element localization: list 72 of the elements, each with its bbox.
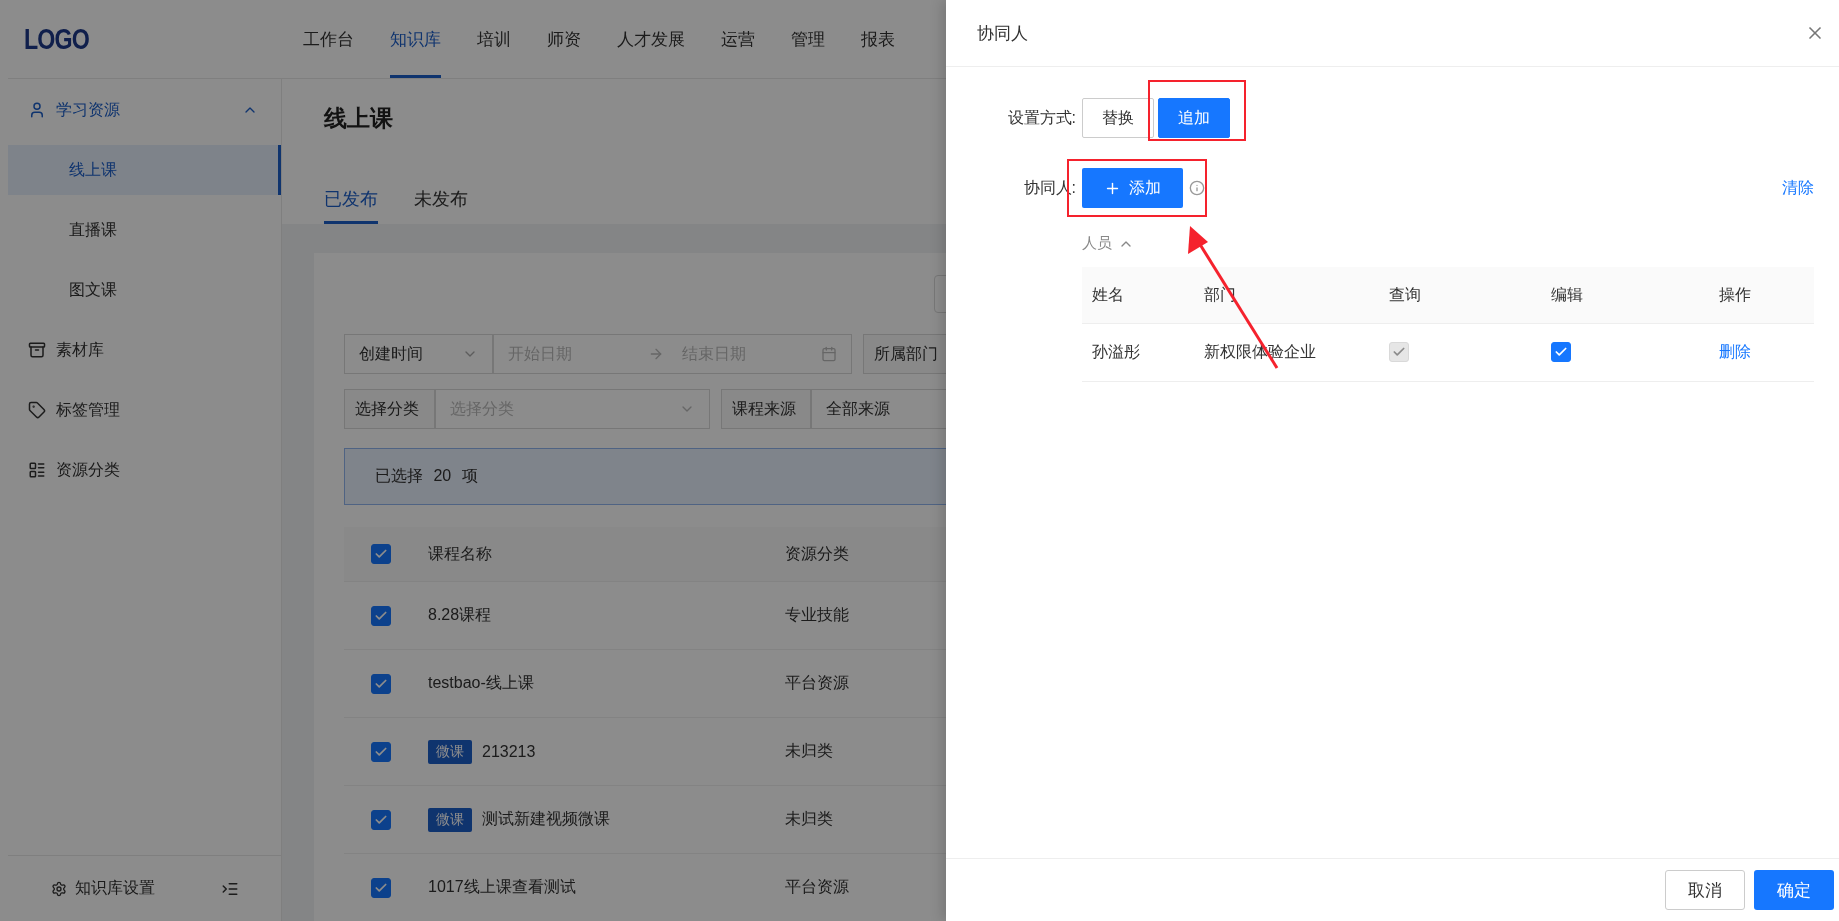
sidebar-item[interactable]: 资源分类 — [8, 445, 281, 495]
calendar-icon — [821, 346, 837, 362]
column-header: 编辑 — [1551, 284, 1584, 305]
table-cell-text: 8.28课程 — [428, 605, 492, 625]
confirm-button[interactable]: 确定 — [1754, 870, 1834, 910]
settings-link[interactable]: 知识库设置 — [51, 878, 213, 899]
page-tab[interactable]: 未发布 — [414, 187, 468, 224]
check-icon — [374, 547, 388, 561]
course-tag: 微课 — [428, 739, 472, 764]
column-header: 资源分类 — [785, 543, 849, 564]
archive-icon — [28, 341, 46, 359]
row-checkbox[interactable] — [371, 673, 391, 694]
list-icon — [28, 461, 46, 479]
table-cell-text: 未归类 — [785, 741, 833, 761]
settings-label: 知识库设置 — [75, 878, 155, 898]
sidebar-item[interactable]: 标签管理 — [8, 385, 281, 435]
sidebar-item[interactable]: 学习资源 — [8, 85, 281, 135]
settings-icon — [51, 880, 67, 897]
table-cell-text: 新权限体验企业 — [1204, 342, 1317, 362]
clear-link[interactable]: 清除 — [1782, 177, 1814, 199]
delete-link[interactable]: 删除 — [1719, 343, 1751, 360]
user-icon — [28, 101, 46, 119]
selection-count: 已选择 20 项 — [375, 466, 478, 486]
drawer-title: 协同人 — [977, 22, 1028, 45]
table-cell-text: 1017线上课查看测试 — [428, 877, 576, 897]
sidebar-subitem[interactable]: 直播课 — [8, 205, 281, 255]
table-cell-text: 平台资源 — [785, 673, 849, 693]
row-checkbox[interactable] — [371, 605, 391, 626]
column-header: 查询 — [1389, 284, 1422, 305]
table-cell-text: testbao-线上课 — [428, 673, 534, 693]
nav-tab[interactable]: 师资 — [547, 0, 581, 78]
sidebar-subitem[interactable]: 图文课 — [8, 265, 281, 315]
nav-tab[interactable]: 管理 — [791, 0, 825, 78]
row-checkbox[interactable] — [371, 877, 391, 898]
filter-label: 选择分类 — [344, 389, 435, 429]
nav-tab[interactable]: 运营 — [721, 0, 755, 78]
table-cell-text: 专业技能 — [785, 605, 849, 625]
logo: LOGO — [24, 22, 90, 56]
row-checkbox[interactable] — [371, 809, 391, 830]
sidebar-subitem[interactable]: 线上课 — [8, 145, 281, 195]
cancel-button[interactable]: 取消 — [1665, 870, 1745, 910]
tag-icon — [28, 401, 46, 419]
department-select[interactable]: 所属部门 — [863, 334, 946, 374]
edit-checkbox[interactable] — [1551, 342, 1571, 362]
column-header: 操作 — [1719, 284, 1752, 305]
table-cell-text: 平台资源 — [785, 877, 849, 897]
nav-tab[interactable]: 培训 — [477, 0, 511, 78]
course-tag: 微课 — [428, 807, 472, 832]
nav-tab[interactable]: 报表 — [861, 0, 895, 78]
table-cell-text: 孙溢彤 — [1092, 342, 1141, 362]
sidebar-item[interactable]: 素材库 — [8, 325, 281, 375]
column-header: 课程名称 — [428, 543, 492, 564]
filter-label: 课程来源 — [721, 389, 811, 429]
section-toggle[interactable]: 人员 — [1082, 234, 1134, 253]
form-label: 设置方式: — [1006, 107, 1076, 128]
select-all-checkbox[interactable] — [371, 544, 391, 564]
row-checkbox[interactable] — [371, 741, 391, 762]
check-icon — [1554, 345, 1568, 359]
table-cell-text: 测试新建视频微课 — [482, 809, 610, 829]
nav-tab[interactable]: 人才发展 — [617, 0, 685, 78]
add-button[interactable]: 添加 — [1082, 168, 1183, 208]
nav-tab[interactable]: 工作台 — [303, 0, 354, 78]
info-icon[interactable] — [1189, 180, 1205, 196]
mode-option[interactable]: 替换 — [1082, 98, 1154, 138]
table-cell: 213213 — [482, 742, 536, 761]
column-header: 姓名 — [1092, 284, 1125, 305]
table-cell-text: 未归类 — [785, 809, 833, 829]
source-select[interactable]: 全部来源 — [811, 389, 946, 429]
time-select[interactable]: 创建时间 — [344, 334, 493, 374]
page-title: 线上课 — [324, 104, 394, 133]
mode-option[interactable]: 追加 — [1158, 98, 1230, 138]
page-tab[interactable]: 已发布 — [324, 187, 378, 224]
